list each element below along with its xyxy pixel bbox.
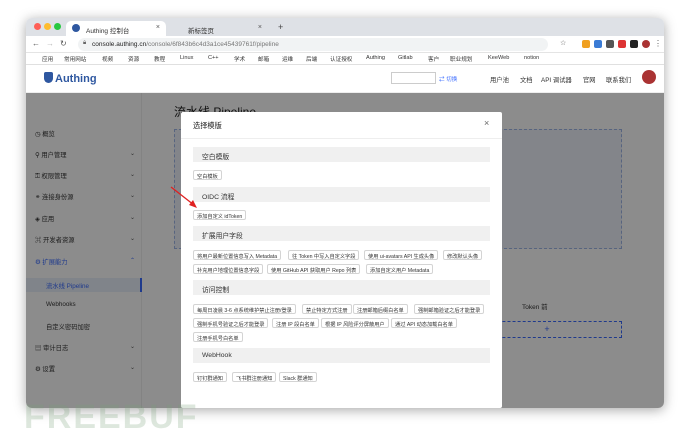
freebuf-watermark: FREEBUF bbox=[24, 398, 199, 436]
annotation-arrow-icon bbox=[170, 186, 197, 208]
browser-window: Authing 控制台 × 新标签页 × + ← → ↻ 🔒︎ console.… bbox=[26, 18, 664, 408]
